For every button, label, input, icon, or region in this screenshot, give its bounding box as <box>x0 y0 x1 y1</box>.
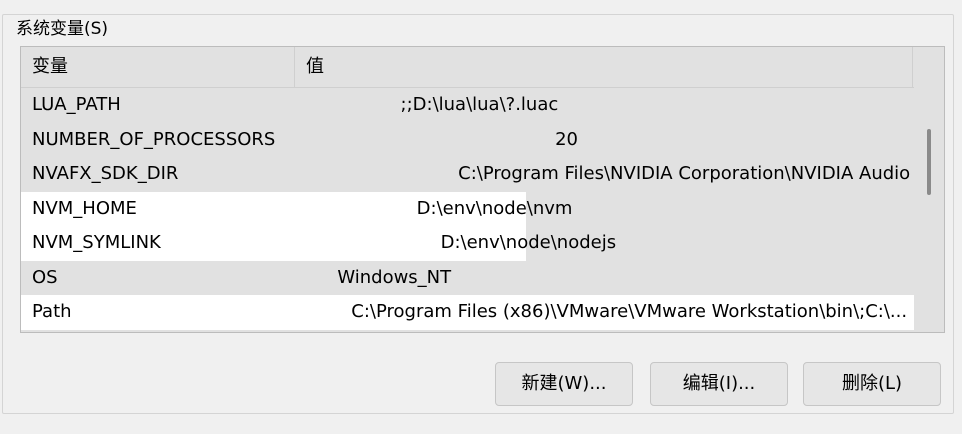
list-header: 变量 值 <box>21 47 914 88</box>
variable-name: NVAFX_SDK_DIR <box>32 163 179 184</box>
variable-value: D:\env\node\nodejs <box>440 232 617 253</box>
column-header-value[interactable]: 值 <box>306 47 324 87</box>
variable-name: NVM_SYMLINK <box>32 232 161 253</box>
variable-value: Windows_NT <box>337 266 452 288</box>
edit-button[interactable]: 编辑(I)... <box>650 362 788 406</box>
column-header-variable[interactable]: 变量 <box>32 47 68 87</box>
table-row[interactable]: LUA_PATH ;;D:\lua\lua\?.luac <box>21 88 914 123</box>
variables-list[interactable]: 变量 值 LUA_PATH ;;D:\lua\lua\?.luac NUMBER… <box>20 46 945 333</box>
list-rows: LUA_PATH ;;D:\lua\lua\?.luac NUMBER_OF_P… <box>21 88 944 330</box>
variable-value: ;;D:\lua\lua\?.luac <box>400 94 559 115</box>
variable-name: NVM_HOME <box>32 197 137 219</box>
new-button[interactable]: 新建(W)... <box>495 362 633 406</box>
variable-name: OS <box>32 266 58 288</box>
variable-value: D:\env\node\nvm <box>416 197 573 219</box>
table-row[interactable]: OS Windows_NT <box>21 261 914 296</box>
table-row[interactable]: NUMBER_OF_PROCESSORS 20 <box>21 123 914 158</box>
variable-name: NUMBER_OF_PROCESSORS <box>32 128 276 150</box>
variable-value: 20 <box>555 128 578 150</box>
table-row[interactable]: NVM_HOME D:\env\node\nvm <box>21 191 914 226</box>
table-row[interactable]: Path C:\Program Files (x86)\VMware\VMwar… <box>21 295 914 330</box>
column-divider-end <box>912 47 913 87</box>
group-title: 系统变量(S) <box>13 18 112 40</box>
variable-value: C:\Program Files\NVIDIA Corporation\NVID… <box>458 163 944 184</box>
scrollbar-thumb[interactable] <box>927 129 931 195</box>
column-divider[interactable] <box>294 47 295 87</box>
vertical-scrollbar[interactable] <box>914 47 944 332</box>
delete-button[interactable]: 删除(L) <box>803 362 941 406</box>
variable-value: C:\Program Files (x86)\VMware\VMware Wor… <box>351 301 908 322</box>
variable-name: LUA_PATH <box>32 94 121 115</box>
variable-name: Path <box>32 301 72 322</box>
table-row[interactable]: NVAFX_SDK_DIR C:\Program Files\NVIDIA Co… <box>21 157 944 192</box>
table-row[interactable]: NVM_SYMLINK D:\env\node\nodejs <box>21 226 914 261</box>
